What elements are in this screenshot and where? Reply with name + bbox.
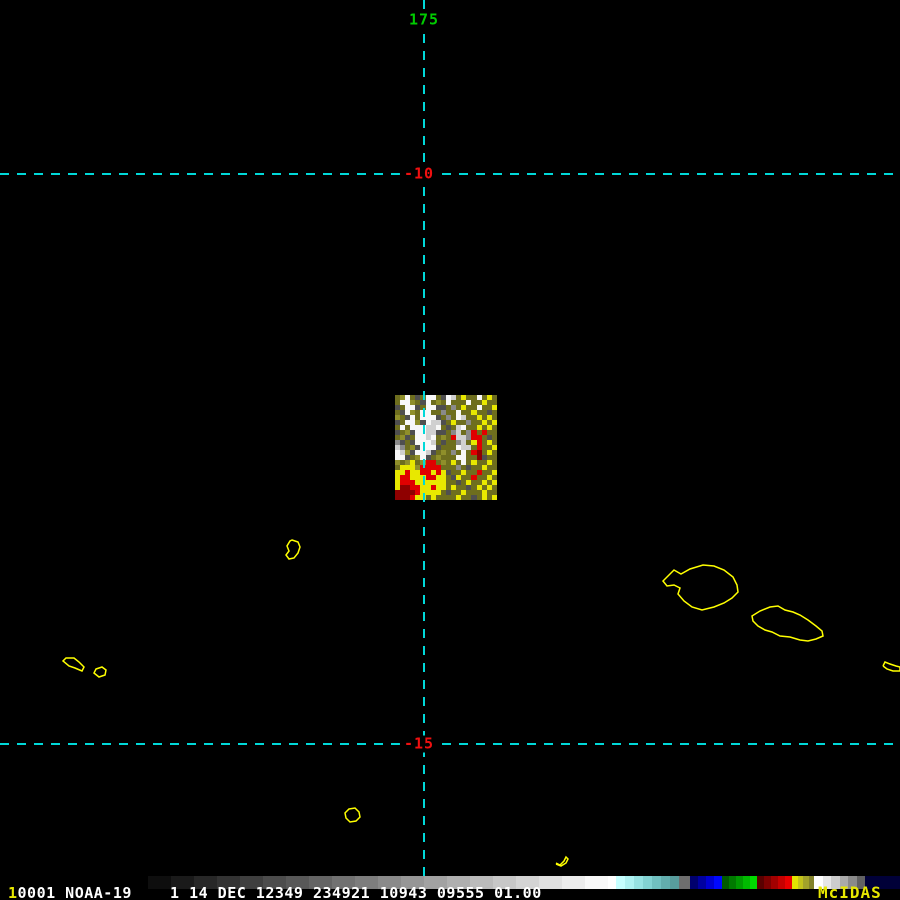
- longitude-label: 175: [404, 11, 444, 29]
- coastline-overlay: [61, 539, 900, 867]
- frame-number: 1: [8, 884, 18, 900]
- mcidas-brand: McIDAS: [818, 883, 882, 900]
- mcidas-image-window[interactable]: 175 -10 -15 10001 NOAA-19 1 14 DEC 12349…: [0, 0, 900, 900]
- coastline-islet-squiggle: [555, 855, 569, 867]
- latitude-label-neg15: -15: [399, 735, 439, 753]
- coastline-islet-b: [93, 666, 107, 678]
- coastline-atoll-ring: [344, 807, 361, 823]
- coastline-island-small-west: [285, 539, 301, 560]
- latitude-gridline: [0, 743, 900, 745]
- coastline-islet-a: [61, 657, 85, 672]
- coastline-tutuila-fragment: [882, 661, 900, 672]
- coastline-upolu: [751, 605, 824, 642]
- status-bar: 10001 NOAA-19 1 14 DEC 12349 234921 1094…: [0, 874, 900, 900]
- image-info-text: 0001 NOAA-19 1 14 DEC 12349 234921 10943…: [17, 884, 542, 900]
- status-text: 10001 NOAA-19 1 14 DEC 12349 234921 1094…: [8, 886, 542, 900]
- coastline-savaii: [661, 564, 739, 611]
- latitude-label-neg10: -10: [399, 165, 439, 183]
- latitude-gridline: [0, 173, 900, 175]
